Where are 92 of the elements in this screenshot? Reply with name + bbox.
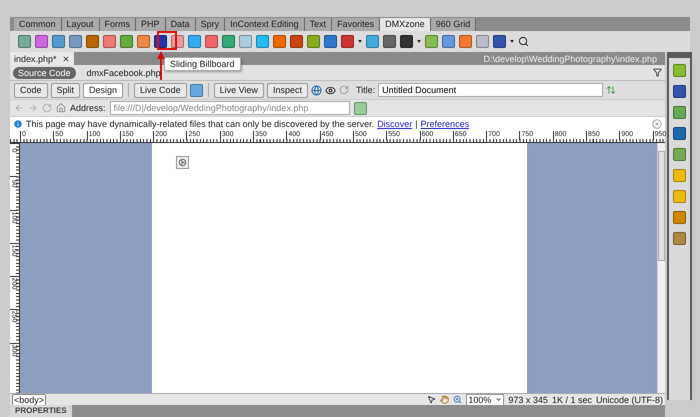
caret-icon[interactable]	[417, 40, 421, 43]
tooltip: Sliding Billboard	[164, 57, 241, 71]
pointer-icon[interactable]	[427, 395, 436, 404]
discover-link[interactable]: Discover	[377, 119, 412, 129]
insert-tab[interactable]: Common	[14, 18, 62, 31]
insert-tab[interactable]: 960 Grid	[430, 18, 476, 31]
toolbar-tile-icon[interactable]	[400, 35, 413, 48]
toolbar-tile-icon[interactable]	[366, 35, 379, 48]
related-file[interactable]: dmxFacebook.php	[82, 66, 166, 78]
eye-icon[interactable]	[324, 84, 336, 96]
arrows-icon[interactable]	[606, 85, 616, 95]
view-button[interactable]: Code	[14, 82, 48, 98]
caret-icon[interactable]	[358, 40, 362, 43]
title-field[interactable]: Untitled Document	[378, 83, 604, 97]
panel-tile-icon[interactable]	[673, 106, 686, 119]
preferences-link[interactable]: Preferences	[420, 119, 470, 129]
insert-tab[interactable]: InContext Editing	[225, 18, 305, 31]
toolbar-tile-icon[interactable]	[324, 35, 337, 48]
toolbar-tile-icon[interactable]	[273, 35, 286, 48]
globe-icon[interactable]	[310, 84, 322, 96]
document-tab[interactable]: index.php*	[10, 52, 74, 65]
insert-tab[interactable]: PHP	[136, 18, 166, 31]
insert-tab[interactable]: Text	[304, 18, 332, 31]
back-icon[interactable]	[14, 103, 24, 113]
insert-tab[interactable]: Spry	[196, 18, 226, 31]
forward-icon[interactable]	[28, 103, 38, 113]
toolbar-tile-icon[interactable]	[383, 35, 396, 48]
panel-tile-icon[interactable]	[673, 127, 686, 140]
properties-tab[interactable]: PROPERTIES	[10, 405, 72, 417]
address-field[interactable]: file:///D|/develop/WeddingPhotography/index.php	[110, 101, 350, 115]
highlight-frame	[157, 31, 177, 50]
toolbar-tile-icon[interactable]	[442, 35, 455, 48]
close-icon[interactable]	[62, 54, 70, 62]
toolbar-tile-icon[interactable]	[239, 35, 252, 48]
view-button[interactable]: Design	[83, 82, 124, 98]
insert-tab[interactable]: Layout	[62, 18, 100, 31]
insert-tab[interactable]: DMXzone	[380, 18, 431, 31]
toolbar-tile-icon[interactable]	[18, 35, 31, 48]
caret-icon[interactable]	[510, 40, 514, 43]
gear-icon[interactable]	[176, 156, 189, 169]
insert-tab[interactable]: Data	[166, 18, 196, 31]
toolbar-tile-icon[interactable]	[137, 35, 150, 48]
panel-tile-icon[interactable]	[673, 85, 686, 98]
insert-tab[interactable]: Favorites	[332, 18, 380, 31]
panel-tile-icon[interactable]	[673, 211, 686, 224]
address-label: Address:	[70, 103, 106, 113]
live-button[interactable]: Live View	[214, 82, 264, 98]
insert-tab[interactable]: Forms	[100, 18, 136, 31]
panel-tile-icon[interactable]	[673, 148, 686, 161]
toolbar-tile-icon[interactable]	[222, 35, 235, 48]
refresh-icon[interactable]	[338, 85, 349, 95]
tag-selector[interactable]: <body>	[12, 394, 46, 406]
refresh-icon[interactable]	[42, 103, 52, 113]
toolbar-tile-icon[interactable]	[188, 35, 201, 48]
toolbar-tile-icon[interactable]	[290, 35, 303, 48]
toolbar-tile-icon[interactable]	[35, 35, 48, 48]
panel-tile-icon[interactable]	[673, 64, 686, 77]
zoom-icon[interactable]	[453, 395, 462, 404]
panel-tile-icon[interactable]	[673, 190, 686, 203]
toolbar-tile-icon[interactable]	[205, 35, 218, 48]
hand-icon[interactable]	[440, 395, 450, 404]
panel-tile-icon[interactable]	[673, 232, 686, 245]
search-icon[interactable]	[518, 36, 529, 47]
toolbar-tile-icon[interactable]	[120, 35, 133, 48]
live-button[interactable]: Inspect	[266, 82, 308, 98]
toolbar-tile-icon[interactable]	[459, 35, 472, 48]
toolbar-tile-icon[interactable]	[103, 35, 116, 48]
toolbar-tile-icon[interactable]	[69, 35, 82, 48]
separator: |	[415, 119, 418, 129]
live-code-button[interactable]: Live Code	[134, 82, 187, 98]
zoom-select[interactable]: 100%	[466, 394, 504, 406]
toolbar-tile-icon[interactable]	[86, 35, 99, 48]
toolbar-tile-icon[interactable]	[476, 35, 489, 48]
scrollbar[interactable]	[657, 143, 665, 393]
download-time: 1K / 1 sec	[552, 394, 592, 404]
toolbar-tile-icon[interactable]	[256, 35, 269, 48]
view-button[interactable]: Split	[50, 82, 80, 98]
filter-icon[interactable]	[653, 68, 662, 77]
home-icon[interactable]	[56, 103, 66, 113]
toolbar-tile-icon[interactable]	[52, 35, 65, 48]
panel-tile-icon[interactable]	[673, 169, 686, 182]
toolbar-tile-icon[interactable]	[307, 35, 320, 48]
encoding: Unicode (UTF-8)	[596, 394, 663, 404]
toolbar-tile-icon[interactable]	[493, 35, 506, 48]
related-file[interactable]: Source Code	[13, 66, 76, 78]
info-message: This page may have dynamically-related files that can only be discovered by the server.	[26, 119, 374, 129]
toolbar-tile-icon[interactable]	[341, 35, 354, 48]
window-size[interactable]: 973 x 345	[508, 394, 548, 404]
title-label: Title:	[356, 85, 376, 95]
caret-icon[interactable]	[495, 396, 502, 403]
file-path: D:\develop\WeddingPhotography\index.php	[484, 54, 657, 64]
toolbar-tile-icon[interactable]	[425, 35, 438, 48]
